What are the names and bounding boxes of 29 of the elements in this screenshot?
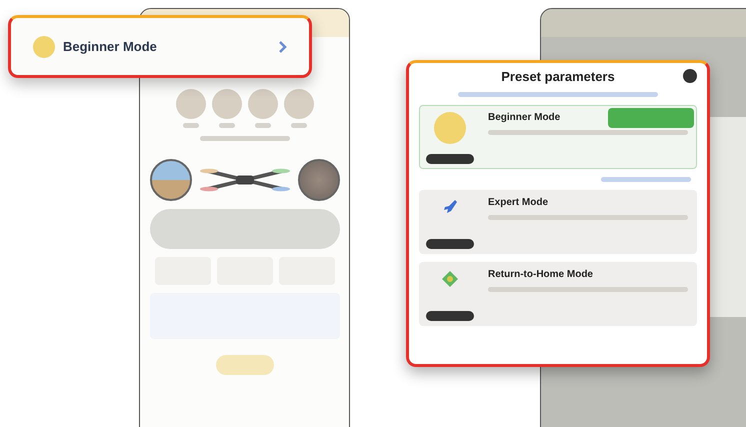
compass-gauge-icon [298, 159, 340, 201]
blurred-text [182, 123, 198, 128]
sun-icon [434, 112, 466, 144]
blurred-text [218, 123, 234, 128]
chevron-icon [279, 40, 287, 52]
details-button[interactable] [426, 239, 474, 249]
details-button[interactable] [426, 154, 474, 164]
close-icon[interactable] [683, 69, 697, 83]
blurred-text [254, 123, 270, 128]
mode-button[interactable] [216, 355, 274, 375]
blurred-text [290, 123, 306, 128]
preset-name: Beginner Mode [488, 112, 560, 123]
mode-card[interactable]: Beginner Mode [8, 15, 312, 78]
mode-icon[interactable] [284, 89, 314, 119]
mode-icon[interactable] [212, 89, 242, 119]
mode-icon[interactable] [176, 89, 206, 119]
action-button[interactable] [150, 209, 340, 249]
sun-icon [33, 36, 55, 58]
dialog-title: Preset parameters [501, 69, 615, 84]
preset-name: Return-to-Home Mode [488, 269, 593, 280]
preset-card[interactable]: Return-to-Home Mode [419, 262, 697, 326]
mode-title: Beginner Mode [63, 39, 157, 54]
details-button[interactable] [426, 311, 474, 321]
preset-name: Expert Mode [488, 197, 548, 208]
diamond-icon [440, 269, 460, 289]
preset-card[interactable]: Expert Mode [419, 190, 697, 254]
preset-card[interactable]: Beginner Mode [419, 105, 697, 169]
attitude-gauge-icon [150, 159, 192, 201]
mode-icon[interactable] [248, 89, 278, 119]
